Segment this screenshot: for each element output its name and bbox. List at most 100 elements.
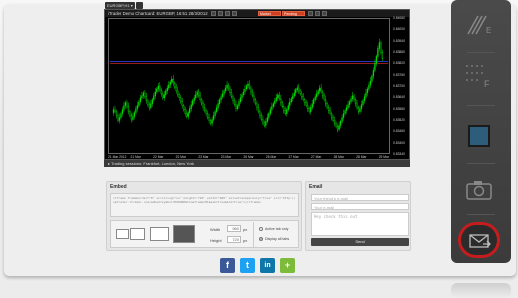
candle — [192, 100, 194, 105]
candle — [117, 115, 119, 121]
x-tick-label: 27 Mar — [311, 155, 322, 159]
draw-icon[interactable] — [308, 11, 313, 16]
trading-sessions-bar[interactable]: ▸ Trading sessions: Frankfurt, London, N… — [104, 160, 410, 167]
size-preset-medium[interactable] — [130, 228, 145, 240]
candle — [135, 108, 137, 113]
your-email-input[interactable]: Your e-mail — [311, 203, 409, 210]
candle — [198, 91, 200, 97]
share-icon[interactable] — [458, 222, 500, 258]
y-tick-label: 0.83940 — [393, 38, 405, 43]
fullscreen-icon[interactable] — [322, 11, 327, 16]
y-tick-label: 0.83580 — [393, 106, 405, 111]
svg-text:F: F — [484, 79, 490, 88]
zoom-in-icon[interactable] — [211, 11, 216, 16]
candle — [332, 117, 334, 121]
active-tab-radio[interactable] — [259, 227, 263, 231]
candle — [278, 94, 280, 100]
candle — [223, 90, 225, 95]
height-unit: px — [243, 238, 248, 243]
candle — [205, 110, 207, 114]
zoom-out-icon[interactable] — [218, 11, 223, 16]
svg-text:E: E — [486, 26, 491, 35]
candle — [353, 95, 355, 100]
y-tick-label: 0.83460 — [393, 129, 405, 134]
candle — [293, 92, 295, 97]
chart-container: iTrader Demo Chartcard: EURGBP, 16:51 28… — [104, 9, 410, 160]
active-tab-label: Active tab only — [265, 227, 289, 231]
candle — [233, 100, 236, 105]
candle — [123, 105, 125, 110]
size-preset-small[interactable] — [116, 229, 129, 239]
candle — [272, 103, 274, 107]
market-order-button[interactable]: Market — [258, 11, 281, 16]
candle — [165, 90, 167, 96]
message-textarea[interactable]: Hey check this out — [311, 212, 409, 236]
embed-size-box: Width 960 px Height 720 px Active tab on… — [110, 220, 299, 248]
candle — [226, 84, 228, 89]
candle — [292, 95, 294, 100]
text-icon[interactable] — [315, 11, 320, 16]
candle — [174, 82, 176, 88]
y-tick-label: 0.83340 — [393, 152, 405, 156]
screenshot-icon[interactable] — [466, 180, 492, 200]
candle — [220, 96, 222, 100]
chart-type-icon[interactable]: E — [466, 12, 494, 36]
candle — [203, 107, 206, 111]
candle — [377, 48, 379, 57]
candle — [211, 119, 213, 124]
pending-order-button[interactable]: Pending — [282, 11, 305, 16]
candle — [289, 101, 291, 106]
candle — [342, 113, 345, 118]
candle — [356, 103, 358, 108]
chart-plot-area[interactable] — [108, 18, 390, 154]
embed-code-textarea[interactable]: <iframe frameborder="0" scrolling="no" h… — [110, 193, 299, 217]
candle — [317, 90, 319, 95]
candle — [244, 88, 246, 93]
candle — [369, 80, 372, 86]
candle — [142, 92, 145, 97]
candle — [157, 85, 159, 90]
twitter-icon[interactable]: t — [240, 258, 255, 273]
symbol-select[interactable]: EURGBP,H1 ▾ — [105, 2, 135, 9]
candle — [336, 126, 339, 130]
crosshair-icon[interactable] — [225, 11, 230, 16]
symbol-add-button[interactable] — [136, 2, 143, 9]
size-preset-custom[interactable] — [173, 225, 195, 243]
candle — [344, 110, 346, 114]
candle — [162, 93, 164, 99]
more-share-icon[interactable]: + — [280, 258, 295, 273]
candle — [150, 103, 152, 108]
candle — [230, 92, 233, 98]
color-icon[interactable] — [468, 125, 490, 147]
candle — [238, 101, 240, 106]
facebook-icon[interactable]: f — [220, 258, 235, 273]
y-tick-label: 0.83820 — [393, 61, 405, 66]
width-input[interactable]: 960 — [227, 225, 241, 232]
candle — [296, 87, 298, 91]
candle — [181, 101, 183, 106]
candle — [251, 91, 254, 97]
candle — [380, 42, 382, 53]
candle — [144, 92, 146, 98]
send-button[interactable]: Send — [311, 238, 409, 246]
friend-email-input[interactable]: Your friend's e-mail — [311, 194, 409, 201]
all-tabs-radio[interactable] — [259, 237, 263, 241]
height-input[interactable]: 720 — [227, 236, 241, 243]
x-tick-label: 28 Mar — [356, 155, 367, 159]
candle — [284, 110, 286, 114]
candle — [138, 101, 140, 106]
settings-icon[interactable] — [232, 11, 237, 16]
indicators-icon[interactable]: F — [464, 62, 494, 88]
candle — [275, 97, 277, 101]
candle — [127, 106, 130, 112]
size-preset-large[interactable] — [150, 227, 169, 241]
candle — [232, 96, 234, 101]
symbol-select-value: EURGBP,H1 — [107, 3, 130, 8]
x-tick-label: 28 Mar — [333, 155, 344, 159]
candle — [145, 96, 148, 101]
candle — [354, 99, 357, 104]
candle — [248, 83, 251, 89]
candle — [132, 116, 134, 120]
candle — [201, 99, 203, 104]
linkedin-icon[interactable]: in — [260, 258, 275, 273]
